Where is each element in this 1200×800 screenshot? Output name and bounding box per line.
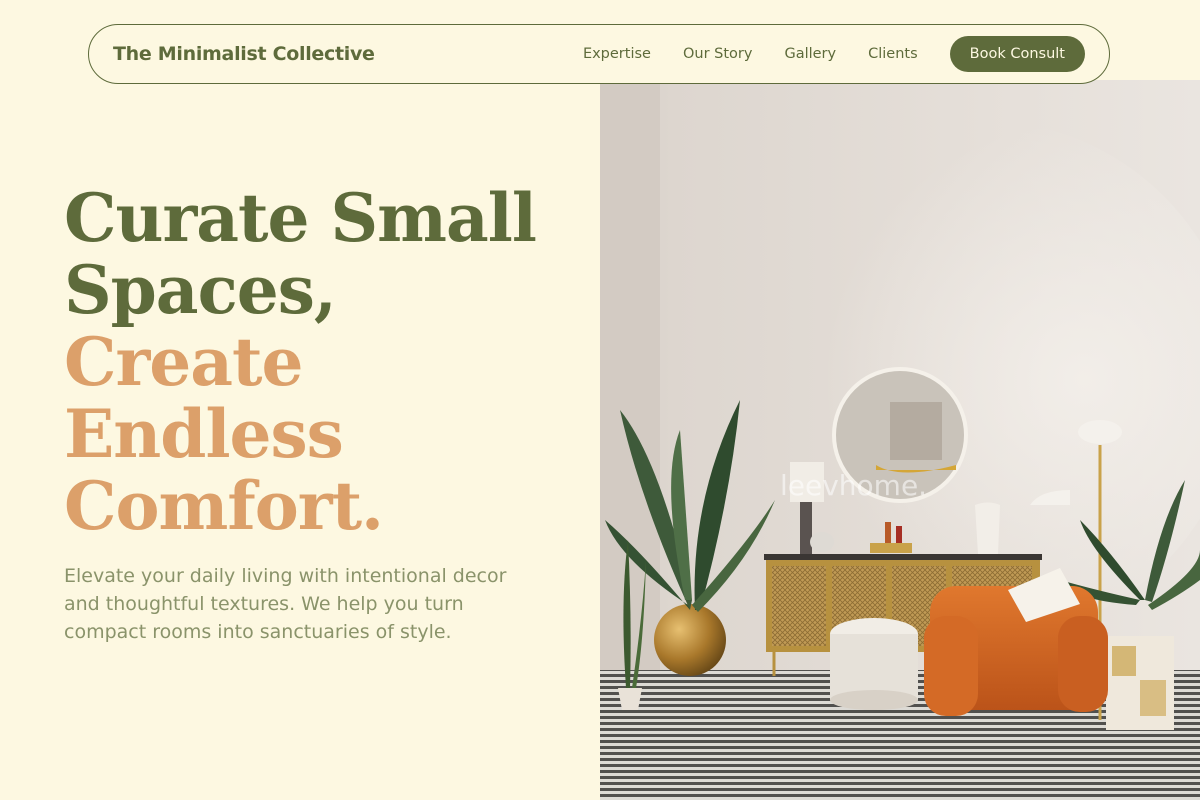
headline-line-3: Create	[64, 323, 304, 401]
nav-link-clients[interactable]: Clients	[868, 46, 918, 62]
image-watermark: leevhome.	[780, 469, 927, 502]
pouf	[830, 618, 918, 710]
armchair	[924, 568, 1108, 716]
hero-subtitle: Elevate your daily living with intention…	[64, 565, 507, 643]
room-illustration: leevhome.	[600, 80, 1200, 800]
hero-room-image: leevhome.	[600, 80, 1200, 800]
nav-links: Expertise Our Story Gallery Clients Book…	[583, 36, 1085, 72]
hero-headline: Curate Small Spaces, Create Endless Comf…	[64, 182, 544, 542]
brand-logo[interactable]: The Minimalist Collective	[113, 43, 375, 65]
headline-line-4: Endless	[64, 395, 344, 473]
nav-link-expertise[interactable]: Expertise	[583, 46, 651, 62]
headline-line-5: Comfort.	[64, 467, 384, 545]
book-consult-button[interactable]: Book Consult	[949, 36, 1085, 72]
nav-link-our-story[interactable]: Our Story	[683, 46, 752, 62]
headline-line-2: Spaces,	[64, 251, 337, 329]
headline-line-1: Curate Small	[64, 179, 537, 257]
hero-text: Curate Small Spaces, Create Endless Comf…	[64, 182, 544, 646]
top-navbar: The Minimalist Collective Expertise Our …	[88, 24, 1110, 84]
nav-link-gallery[interactable]: Gallery	[784, 46, 836, 62]
